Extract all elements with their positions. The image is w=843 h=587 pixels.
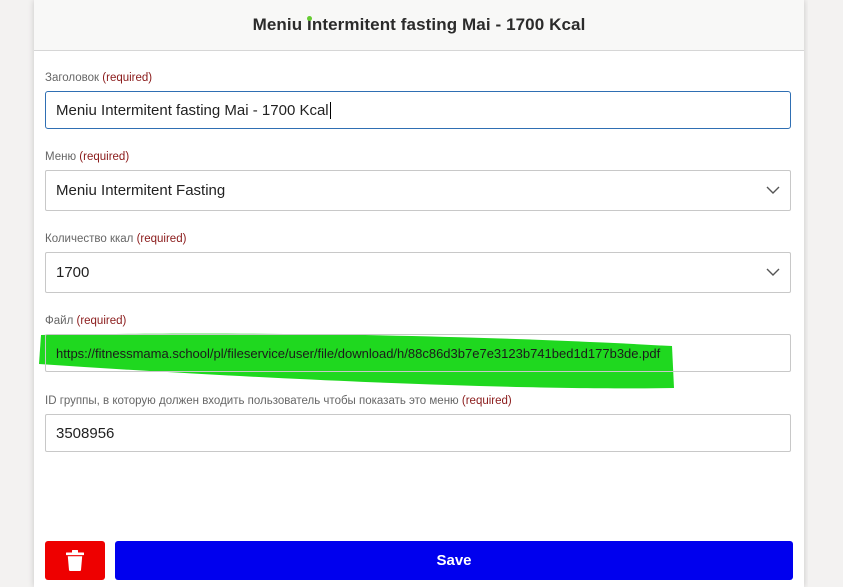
file-label-text: Файл (45, 315, 74, 327)
edit-menu-panel: Meniu Intermitent fasting Mai - 1700 Kca… (34, 0, 804, 587)
save-button-label: Save (436, 552, 472, 569)
required-marker: (required) (136, 233, 187, 245)
menu-label-text: Меню (45, 151, 77, 163)
file-field-label: Файл (required) (45, 315, 126, 327)
menu-select[interactable]: Meniu Intermitent Fasting (45, 170, 791, 211)
delete-button[interactable] (45, 541, 105, 580)
kcal-label-text: Количество ккал (45, 233, 134, 245)
group-id-input[interactable]: 3508956 (45, 414, 791, 452)
group-id-label-text: ID группы, в которую должен входить поль… (45, 395, 459, 407)
chevron-down-icon (766, 186, 780, 194)
required-marker: (required) (76, 315, 127, 327)
trash-icon (66, 550, 84, 571)
required-marker: (required) (102, 72, 153, 84)
title-input[interactable]: Meniu Intermitent fasting Mai - 1700 Kca… (45, 91, 791, 129)
save-button[interactable]: Save (115, 541, 793, 580)
page-backdrop-right (808, 0, 843, 587)
title-input-value: Meniu Intermitent fasting Mai - 1700 Kca… (56, 101, 329, 119)
required-marker: (required) (79, 151, 130, 163)
panel-title: Meniu Intermitent fasting Mai - 1700 Kca… (252, 15, 586, 34)
title-field-label: Заголовок (required) (45, 72, 152, 84)
menu-field-label: Меню (required) (45, 151, 129, 163)
status-dot (307, 16, 312, 21)
kcal-field-label: Количество ккал (required) (45, 233, 186, 245)
chevron-down-icon (766, 268, 780, 276)
page-backdrop-left (0, 0, 34, 587)
menu-select-value: Meniu Intermitent Fasting (56, 182, 226, 199)
required-marker: (required) (461, 395, 512, 407)
panel-header: Meniu Intermitent fasting Mai - 1700 Kca… (34, 0, 804, 51)
text-cursor (329, 101, 331, 119)
kcal-select-value: 1700 (56, 264, 90, 281)
title-label-text: Заголовок (45, 72, 100, 84)
kcal-select[interactable]: 1700 (45, 252, 791, 293)
group-id-field-label: ID группы, в которую должен входить поль… (45, 395, 512, 407)
file-input[interactable]: https://fitnessmama.school/pl/fileservic… (45, 334, 791, 372)
file-input-value: https://fitnessmama.school/pl/fileservic… (56, 345, 661, 361)
group-id-input-value: 3508956 (56, 424, 115, 442)
